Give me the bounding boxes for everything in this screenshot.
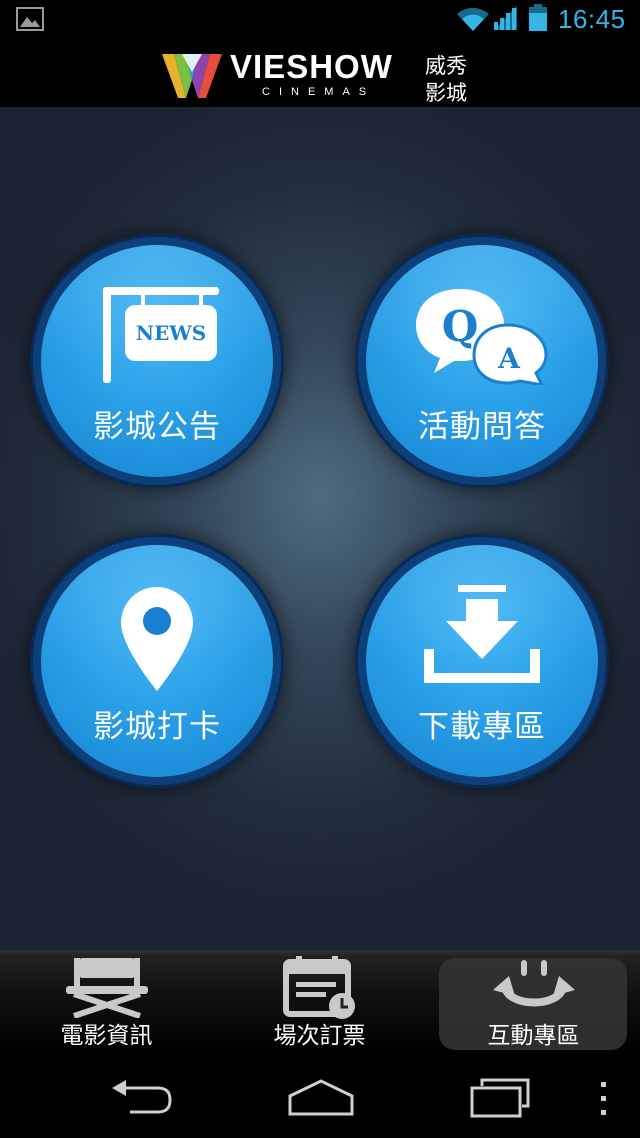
- home-icon[interactable]: [286, 1078, 356, 1118]
- brand-chinese-line1: 威秀: [425, 54, 467, 78]
- battery-icon: [529, 4, 547, 31]
- vieshow-logo-icon: [162, 54, 222, 98]
- overflow-menu-icon[interactable]: [598, 1080, 610, 1118]
- qa-q-text: Q: [442, 302, 479, 351]
- smiley-arrows-icon: [492, 960, 575, 1007]
- tile-label: 影城打卡: [93, 709, 221, 745]
- tab-label: 場次訂票: [273, 1023, 366, 1049]
- app-header: VIESHOW CINEMAS 威秀 影城: [0, 40, 640, 107]
- news-sign-icon: NEWS: [103, 287, 219, 383]
- tab-movie-info[interactable]: 電影資訊: [0, 950, 213, 1056]
- tab-interactive-zone[interactable]: 互動專區: [427, 950, 640, 1056]
- wifi-icon: [457, 7, 489, 31]
- system-nav-bar: [0, 1056, 640, 1138]
- status-bar: 16:45: [0, 0, 640, 40]
- qa-a-text: A: [497, 342, 521, 375]
- back-icon[interactable]: [108, 1078, 174, 1116]
- tile-activity-qa[interactable]: Q A 活動問答: [366, 245, 598, 477]
- tile-cinema-news[interactable]: NEWS 影城公告: [41, 245, 273, 477]
- tile-label: 活動問答: [418, 409, 546, 445]
- tile-label: 影城公告: [93, 409, 221, 445]
- clock: 16:45: [558, 4, 626, 34]
- download-tray-icon: [424, 585, 540, 683]
- main-menu: NEWS 影城公告 Q A 活動問答 影城打卡 下載專區: [0, 107, 640, 950]
- image-notification-icon: [16, 7, 44, 31]
- qa-bubbles-icon: Q A: [416, 289, 548, 385]
- news-sign-text: NEWS: [136, 321, 206, 345]
- tile-download-zone[interactable]: 下載專區: [366, 545, 598, 777]
- tile-cinema-checkin[interactable]: 影城打卡: [41, 545, 273, 777]
- brand-name: VIESHOW: [230, 48, 393, 85]
- brand-chinese-line2: 影城: [425, 81, 467, 105]
- location-pin-icon: [121, 587, 193, 691]
- tab-showtimes-booking[interactable]: 場次訂票: [213, 950, 426, 1056]
- tab-label: 互動專區: [487, 1023, 580, 1049]
- recent-apps-icon[interactable]: [468, 1076, 532, 1118]
- tab-label: 電影資訊: [60, 1023, 153, 1049]
- tile-label: 下載專區: [418, 709, 546, 745]
- signal-icon: [494, 6, 517, 30]
- brand-subtitle: CINEMAS: [262, 86, 376, 98]
- director-chair-icon: [65, 958, 148, 1018]
- calendar-clock-icon: [282, 956, 355, 1019]
- bottom-tab-bar: 電影資訊 場次訂票 互動專區: [0, 950, 640, 1056]
